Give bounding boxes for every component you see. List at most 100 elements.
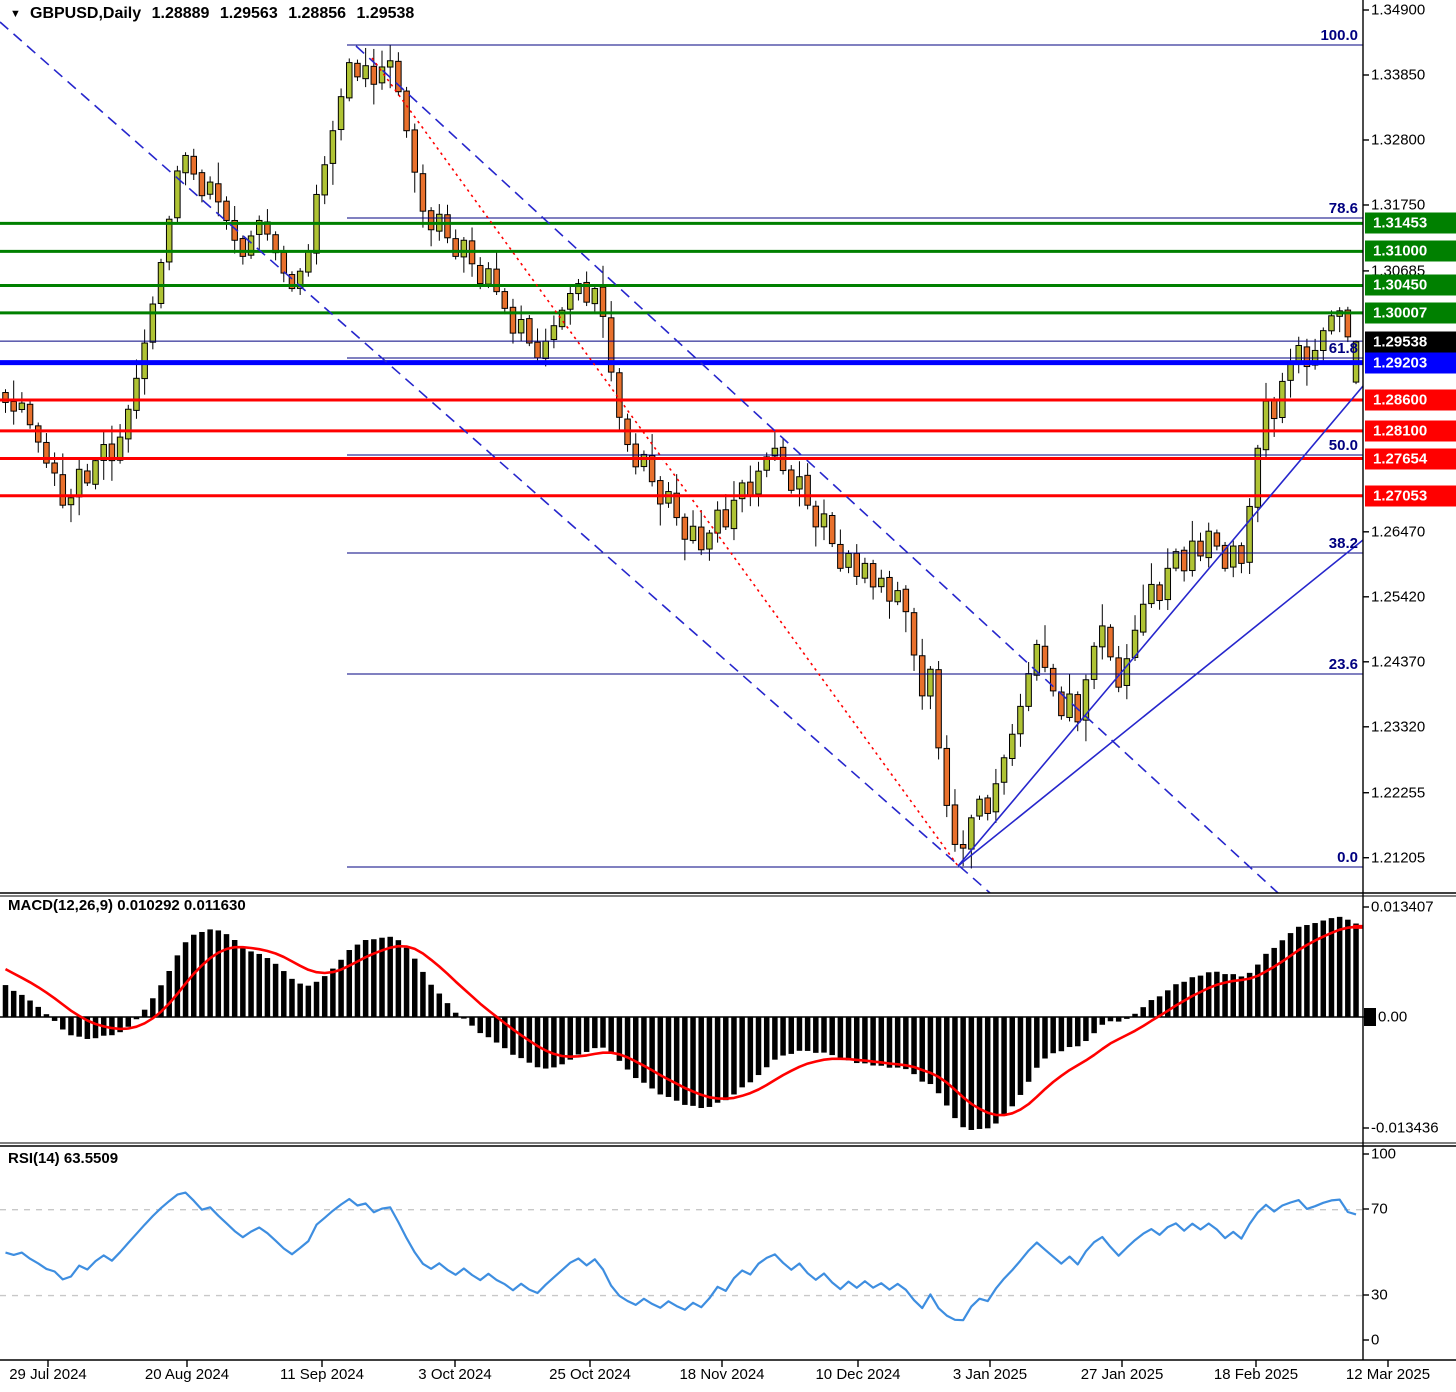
- macd-histogram-bar: [641, 1017, 647, 1083]
- date-label: 10 Dec 2024: [815, 1366, 900, 1383]
- macd-histogram-bar: [355, 945, 361, 1017]
- fib-level-label: 50.0: [1228, 437, 1358, 454]
- macd-histogram-bar: [1034, 1017, 1040, 1068]
- macd-histogram-bar: [535, 1017, 541, 1067]
- candle-bull: [862, 563, 868, 578]
- candle-bear: [281, 252, 287, 273]
- date-label: 3 Jan 2025: [953, 1366, 1027, 1383]
- price-badge: 1.30450: [1365, 275, 1456, 296]
- macd-pane[interactable]: [0, 917, 1363, 1130]
- price-tick-label: 1.33850: [1371, 66, 1425, 83]
- candle-bull: [707, 533, 713, 549]
- macd-histogram-bar: [797, 1017, 803, 1051]
- rsi-pane[interactable]: [0, 1193, 1363, 1321]
- macd-histogram-bar: [846, 1017, 852, 1060]
- candle-bull: [568, 294, 574, 310]
- macd-histogram-bar: [1296, 927, 1302, 1017]
- macd-histogram-bar: [756, 1017, 762, 1075]
- candle-bear: [1042, 646, 1048, 667]
- candle-bull: [928, 669, 934, 696]
- macd-histogram-bar: [748, 1017, 754, 1082]
- macd-histogram-bar: [723, 1017, 729, 1100]
- candle-bull: [1329, 316, 1335, 331]
- candle-bull: [347, 63, 353, 98]
- candle-bull: [1010, 734, 1016, 758]
- candle-bull: [797, 477, 803, 489]
- macd-histogram-bar: [494, 1017, 500, 1043]
- candle-bear: [1157, 585, 1163, 601]
- candle-bear: [960, 845, 966, 849]
- macd-histogram-bar: [952, 1017, 958, 1118]
- candle-bull: [879, 578, 885, 586]
- macd-histogram-bar: [870, 1017, 876, 1065]
- candle-bear: [404, 91, 410, 131]
- fib-level-label: 0.0: [1228, 849, 1358, 866]
- macd-histogram-bar: [674, 1017, 680, 1101]
- macd-histogram-bar: [27, 1001, 33, 1017]
- candle-bull: [183, 155, 189, 172]
- candle-bull: [330, 131, 336, 164]
- macd-histogram-bar: [838, 1017, 844, 1059]
- price-tick-label: 1.24370: [1371, 653, 1425, 670]
- candle-bull: [1173, 552, 1179, 568]
- candle-bear: [35, 426, 41, 442]
- macd-histogram-bar: [993, 1017, 999, 1124]
- macd-histogram-bar: [764, 1017, 770, 1067]
- fib-level-label: 61.8: [1228, 340, 1358, 357]
- candle-bull: [338, 97, 344, 130]
- candle-bull: [666, 492, 672, 504]
- macd-tick-label: 0.013407: [1371, 899, 1434, 916]
- candle-bear: [428, 211, 434, 230]
- candle-bull: [461, 240, 467, 257]
- candle-bear: [985, 798, 991, 814]
- candle-bear: [510, 307, 515, 333]
- macd-histogram-bar: [666, 1017, 672, 1097]
- macd-histogram-bar: [731, 1017, 737, 1094]
- candle-bear: [1050, 668, 1056, 690]
- main-price-pane[interactable]: [0, 22, 1363, 893]
- candle-bear: [355, 63, 361, 77]
- macd-histogram-bar: [469, 1017, 475, 1026]
- candle-bull: [690, 526, 696, 540]
- price-tick-label: 1.22255: [1371, 784, 1425, 801]
- date-label: 27 Jan 2025: [1081, 1366, 1164, 1383]
- macd-histogram-bar: [150, 998, 156, 1017]
- price-badge: 1.31000: [1365, 241, 1456, 262]
- candle-bear: [27, 404, 33, 424]
- macd-histogram-bar: [477, 1017, 483, 1033]
- macd-histogram-bar: [166, 971, 172, 1017]
- macd-histogram-bar: [11, 991, 17, 1017]
- macd-histogram-bar: [1050, 1017, 1056, 1053]
- macd-histogram-bar: [1059, 1017, 1065, 1051]
- symbol-dropdown-icon[interactable]: ▼: [10, 8, 21, 20]
- candle-bear: [813, 506, 819, 527]
- candle-bear: [60, 475, 66, 506]
- candle-bear: [903, 589, 909, 611]
- candle-bull: [543, 341, 549, 358]
- macd-title: MACD(12,26,9) 0.010292 0.011630: [8, 897, 246, 914]
- macd-histogram-bar: [437, 994, 443, 1017]
- macd-histogram-bar: [707, 1017, 713, 1107]
- macd-histogram-bar: [1075, 1017, 1081, 1046]
- trendline-dashed: [356, 46, 1278, 893]
- candle-bull: [117, 437, 123, 460]
- candle-bear: [838, 544, 844, 568]
- candle-bear: [658, 481, 664, 504]
- macd-tick-label: -0.013436: [1371, 1120, 1439, 1137]
- fib-level-label: 100.0: [1228, 27, 1358, 44]
- rsi-tick-label: 30: [1371, 1287, 1388, 1304]
- macd-histogram-bar: [1100, 1017, 1106, 1025]
- candle-bull: [322, 165, 328, 195]
- macd-histogram-bar: [224, 934, 230, 1017]
- macd-histogram-bar: [805, 1017, 811, 1051]
- candle-bear: [1198, 541, 1204, 556]
- macd-histogram-bar: [281, 971, 287, 1017]
- candle-bear: [535, 342, 541, 358]
- candle-bull: [134, 378, 140, 410]
- macd-histogram-bar: [3, 985, 9, 1017]
- macd-histogram-bar: [93, 1017, 99, 1038]
- candle-bear: [477, 265, 483, 283]
- macd-histogram-bar: [297, 984, 303, 1017]
- macd-histogram-bar: [1222, 974, 1228, 1017]
- macd-histogram-bar: [1304, 925, 1310, 1017]
